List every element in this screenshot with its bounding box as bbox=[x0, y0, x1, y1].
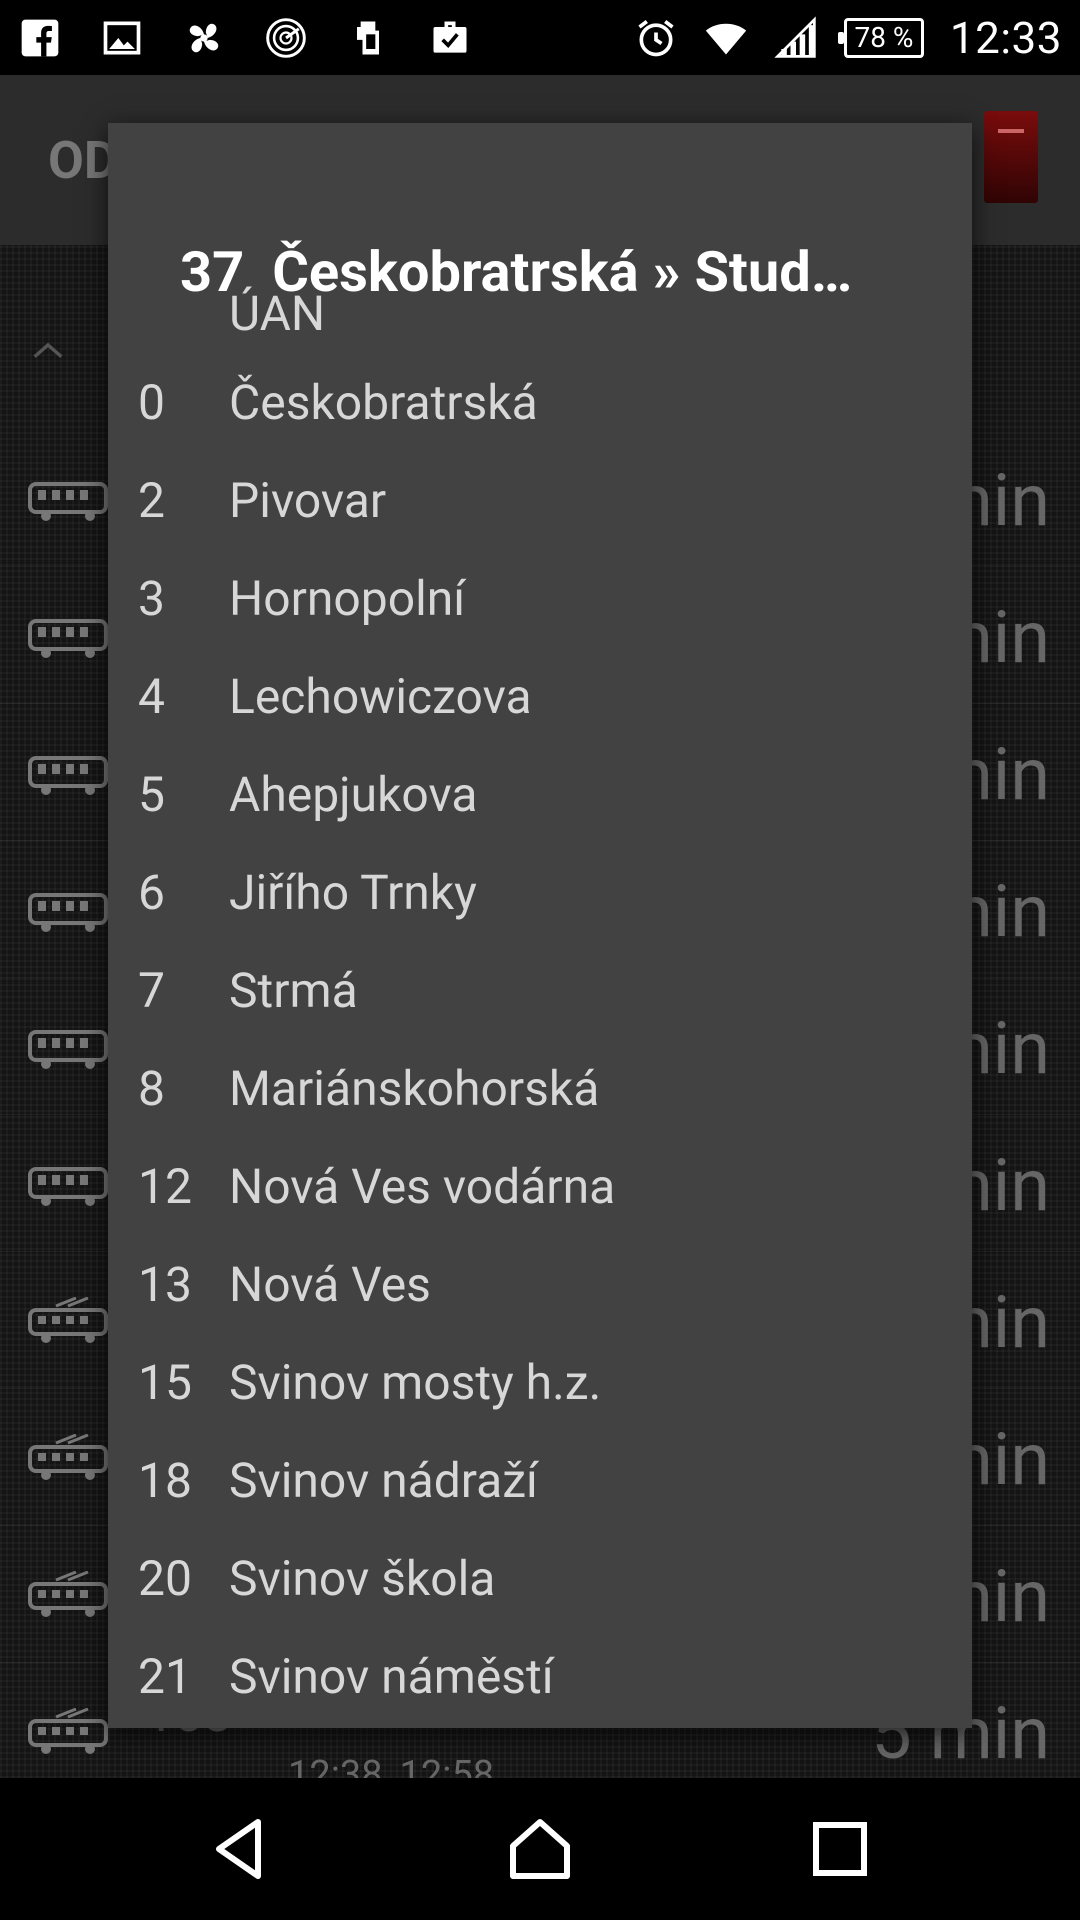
system-status: 78 % 12:33 bbox=[634, 12, 1062, 64]
stop-minutes: 15 bbox=[138, 1353, 192, 1411]
status-clock: 12:33 bbox=[949, 11, 1062, 64]
trolleybus-icon bbox=[28, 1296, 108, 1347]
stop-minutes: 13 bbox=[138, 1255, 192, 1313]
battery-indicator: 78 % bbox=[837, 17, 924, 58]
stop-name: Nová Ves vodárna bbox=[229, 1157, 616, 1215]
stop-minutes: 7 bbox=[138, 961, 165, 1019]
stop-name: Svinov mosty h.z. bbox=[229, 1353, 602, 1411]
stop-minutes: 5 bbox=[138, 765, 165, 823]
stop-minutes: 0 bbox=[138, 373, 165, 431]
radar-icon bbox=[264, 16, 308, 60]
stop-minutes: 2 bbox=[138, 471, 165, 529]
stop-name: Nová Ves bbox=[229, 1255, 431, 1313]
chevron-up-icon[interactable] bbox=[28, 330, 68, 370]
screen: 78 % 12:33 OD min min min min min min min min mi… bbox=[0, 0, 1080, 1920]
recents-icon[interactable] bbox=[800, 1809, 880, 1889]
stop-minutes: 8 bbox=[138, 1059, 165, 1117]
navigation-bar bbox=[0, 1778, 1080, 1920]
stop-name: Mariánskohorská bbox=[229, 1059, 600, 1117]
facebook-icon bbox=[18, 16, 62, 60]
bus-icon bbox=[28, 1160, 108, 1210]
stop-item[interactable]: 21 Svinov náměstí bbox=[108, 1627, 972, 1725]
briefcase-check-icon bbox=[428, 16, 472, 60]
bus-icon bbox=[28, 749, 108, 799]
home-icon[interactable] bbox=[500, 1809, 580, 1889]
bus-icon bbox=[28, 612, 108, 662]
bus-icon bbox=[28, 1023, 108, 1073]
stop-name: Svinov nádraží bbox=[229, 1451, 538, 1509]
stop-name: Lechowiczova bbox=[229, 667, 532, 725]
stop-name: Jiřího Trnky bbox=[229, 863, 477, 921]
notification-icons bbox=[18, 16, 472, 60]
stop-item[interactable]: 4 Lechowiczova bbox=[108, 647, 972, 745]
stop-minutes: 4 bbox=[138, 667, 165, 725]
bus-icon bbox=[28, 475, 108, 525]
stop-name: ÚAN bbox=[229, 284, 326, 342]
stop-item[interactable]: 8 Mariánskohorská bbox=[108, 1039, 972, 1137]
stop-item[interactable]: 12 Nová Ves vodárna bbox=[108, 1137, 972, 1235]
stop-minutes: 6 bbox=[138, 863, 165, 921]
route-stops-dialog: 37 Českobratrská » Stud… ÚAN 0 Českobratrsk… bbox=[108, 123, 972, 1728]
dialog-header: 37 Českobratrská » Stud… bbox=[108, 123, 972, 305]
stop-item[interactable]: 3 Hornopolní bbox=[108, 549, 972, 647]
stop-item[interactable]: 15 Svinov mosty h.z. bbox=[108, 1333, 972, 1431]
stop-minutes: 21 bbox=[138, 1647, 192, 1705]
bus-icon bbox=[28, 886, 108, 936]
status-bar: 78 % 12:33 bbox=[0, 0, 1080, 75]
stop-name: Svinov náměstí bbox=[229, 1647, 554, 1705]
stop-minutes: 12 bbox=[138, 1157, 192, 1215]
stop-name: Pivovar bbox=[229, 471, 387, 529]
stop-item[interactable]: 6 Jiřího Trnky bbox=[108, 843, 972, 941]
alarm-icon bbox=[634, 16, 678, 60]
trolleybus-icon bbox=[28, 1707, 108, 1758]
stop-item[interactable]: ÚAN bbox=[108, 273, 972, 353]
stop-name: Českobratrská bbox=[229, 373, 538, 431]
fan-icon bbox=[182, 16, 226, 60]
image-icon bbox=[100, 16, 144, 60]
toolbar-action-button[interactable] bbox=[984, 111, 1038, 203]
sim-icon bbox=[346, 16, 390, 60]
back-icon[interactable] bbox=[200, 1809, 280, 1889]
stop-item[interactable]: 2 Pivovar bbox=[108, 451, 972, 549]
stop-item[interactable]: 7 Strmá bbox=[108, 941, 972, 1039]
stop-name: Ahepjukova bbox=[229, 765, 478, 823]
stop-minutes: 3 bbox=[138, 569, 165, 627]
wifi-icon bbox=[704, 16, 748, 60]
stop-item[interactable]: 0 Českobratrská bbox=[108, 353, 972, 451]
stop-item[interactable]: 20 Svinov škola bbox=[108, 1529, 972, 1627]
stop-name: Strmá bbox=[229, 961, 358, 1019]
stop-item[interactable]: 5 Ahepjukova bbox=[108, 745, 972, 843]
stop-minutes: 20 bbox=[138, 1549, 192, 1607]
signal-icon bbox=[774, 15, 818, 60]
trolleybus-icon bbox=[28, 1433, 108, 1484]
stop-list: ÚAN 0 Českobratrská 2 Pivovar 3 Hornopolní 4 Lec… bbox=[108, 285, 972, 1725]
stop-name: Svinov škola bbox=[229, 1549, 496, 1607]
trolleybus-icon bbox=[28, 1570, 108, 1621]
stop-item[interactable]: 13 Nová Ves bbox=[108, 1235, 972, 1333]
stop-name: Hornopolní bbox=[229, 569, 466, 627]
stop-item[interactable]: 18 Svinov nádraží bbox=[108, 1431, 972, 1529]
stop-minutes: 18 bbox=[138, 1451, 192, 1509]
